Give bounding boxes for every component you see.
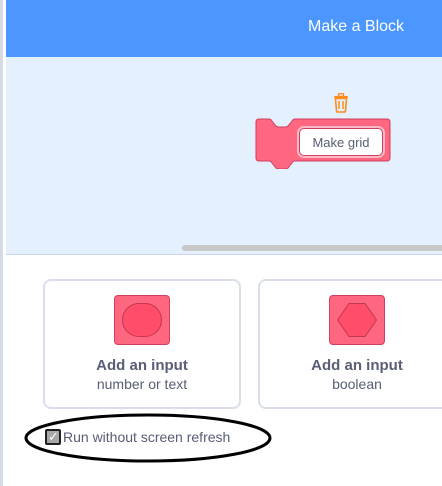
option-subtitle: boolean [332,376,382,392]
boolean-input-icon [329,295,385,345]
option-subtitle: number or text [96,376,188,392]
run-without-refresh-option[interactable]: ✓ Run without screen refresh [45,428,230,446]
add-number-text-input-button[interactable]: Add an input number or text [43,279,241,409]
block-workspace[interactable] [6,57,442,255]
run-without-refresh-label: Run without screen refresh [63,429,231,445]
add-boolean-input-button[interactable]: Add an input boolean [258,279,442,409]
option-title: Add an input [311,357,403,374]
dialog-title: Make a Block [308,18,405,35]
checkmark-icon: ✓ [48,429,59,444]
custom-block-definition[interactable] [255,117,391,169]
block-name-input[interactable] [299,128,383,156]
rounded-input-icon [114,295,170,345]
make-a-block-dialog: Make a Block Add an input number or text [0,0,442,486]
run-without-refresh-checkbox[interactable]: ✓ [45,429,61,445]
option-title: Add an input [96,357,188,374]
workspace-scrollbar[interactable] [182,245,442,251]
dialog-header: Make a Block [6,0,442,57]
trash-icon[interactable] [333,93,349,113]
